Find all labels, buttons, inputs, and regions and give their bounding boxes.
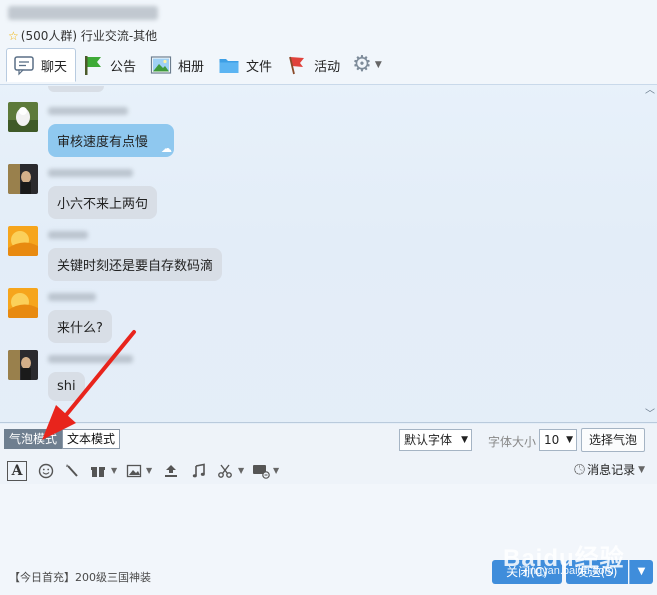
scroll-down-icon[interactable]: ﹀ — [645, 410, 655, 420]
font-select[interactable]: 默认字体 ▼ — [399, 429, 472, 451]
clock-icon: 🕓︎ — [574, 461, 586, 478]
message-text: 审核速度有点慢 — [57, 135, 149, 150]
group-info-text: (500人群) 行业交流-其他 — [20, 29, 158, 43]
tab-files-label: 文件 — [246, 59, 273, 75]
font-size-label: 字体大小 — [488, 435, 537, 449]
chat-header: ☆ (500人群) 行业交流-其他 聊天 公告 相册 文件 活动 ⚙ ▼ — [0, 0, 657, 85]
sender-name-blurred — [48, 352, 133, 363]
message-item: 来什么? — [8, 288, 628, 348]
scissors-icon[interactable] — [215, 461, 235, 481]
message-item: 关键时刻还是要自存数码滴 — [8, 226, 628, 286]
text-mode-button[interactable]: 文本模式 — [62, 429, 121, 449]
tab-announcement[interactable]: 公告 — [76, 49, 144, 81]
chat-bubble-icon — [13, 54, 35, 76]
cloud-decoration-icon: ☁ — [161, 142, 173, 155]
star-icon: ☆ — [8, 29, 19, 43]
image-icon[interactable] — [124, 461, 144, 481]
message-text: 来什么? — [57, 321, 103, 336]
tab-activity-label: 活动 — [314, 59, 341, 75]
divider — [0, 422, 657, 423]
tab-chat-label: 聊天 — [41, 59, 68, 75]
chevron-down-icon[interactable]: ▼ — [238, 466, 244, 475]
tab-activity[interactable]: 活动 — [280, 49, 348, 81]
message-text: 关键时刻还是要自存数码滴 — [57, 259, 214, 274]
tab-announcement-label: 公告 — [110, 59, 137, 75]
baidu-watermark-url: jingyan.baidu.com — [525, 565, 614, 577]
sender-name-blurred — [48, 166, 133, 177]
flag-icon — [82, 54, 104, 76]
message-history-button[interactable]: 🕓︎ 消息记录 ▼ — [574, 461, 645, 478]
settings-menu[interactable]: ⚙ ▼ — [352, 54, 382, 76]
avatar — [8, 164, 38, 194]
chevron-down-icon: ▼ — [638, 464, 646, 475]
chevron-down-icon: ▼ — [374, 60, 382, 70]
tab-album[interactable]: 相册 — [144, 49, 212, 81]
message-text: 小六不来上两句 — [57, 197, 149, 212]
group-info: ☆ (500人群) 行业交流-其他 — [8, 27, 157, 44]
message-bubble: 关键时刻还是要自存数码滴 — [48, 248, 223, 281]
music-icon[interactable] — [189, 461, 209, 481]
message-bubble: 来什么? — [48, 310, 112, 343]
group-name-blurred — [8, 6, 160, 24]
message-text: shi — [57, 379, 76, 394]
choose-bubble-button[interactable]: 选择气泡 — [581, 428, 645, 452]
chevron-down-icon: ▼ — [566, 435, 573, 445]
screen-share-icon[interactable] — [251, 461, 271, 481]
font-size-select[interactable]: 10 ▼ — [539, 429, 577, 451]
avatar — [8, 350, 38, 380]
message-history-label: 消息记录 — [587, 463, 636, 477]
sender-name-blurred — [48, 290, 96, 301]
message-item: 小六不来上两句 — [8, 164, 628, 224]
magic-wand-icon[interactable] — [62, 461, 82, 481]
avatar — [8, 288, 38, 318]
previous-bubble-fragment — [48, 86, 104, 92]
message-bubble: 小六不来上两句 — [48, 186, 158, 219]
red-flag-icon — [286, 54, 308, 76]
font-select-value: 默认字体 — [404, 433, 453, 447]
tab-files[interactable]: 文件 — [212, 49, 280, 81]
chevron-down-icon[interactable]: ▼ — [273, 466, 279, 475]
chat-scrollbar[interactable]: ︿ ﹀ — [643, 86, 657, 422]
sender-name-blurred — [48, 104, 128, 115]
message-item: 审核速度有点慢 ☁ — [8, 102, 628, 162]
message-list[interactable]: 审核速度有点慢 ☁ 小六不来上两句 关键时刻还是要自存数码滴 来什么? shi — [0, 86, 657, 422]
avatar — [8, 226, 38, 256]
message-bubble: shi — [48, 372, 85, 401]
input-toolbar: A ▼ ▼ ▼ ▼ 🕓︎ 消息记录 ▼ — [0, 458, 657, 484]
chevron-down-icon[interactable]: ▼ — [111, 466, 117, 475]
bubble-mode-button[interactable]: 气泡模式 — [4, 429, 63, 449]
photo-album-icon — [150, 54, 172, 76]
scroll-up-icon[interactable]: ︿ — [645, 86, 655, 96]
send-options-dropdown[interactable]: ▼ — [629, 560, 653, 584]
emoji-icon[interactable] — [36, 461, 56, 481]
chevron-down-icon: ▼ — [461, 435, 468, 445]
ad-link[interactable]: 【今日首充】200级三国神装 — [9, 569, 151, 585]
folder-icon — [218, 54, 240, 76]
message-item: shi — [8, 350, 628, 410]
tab-bar: 聊天 公告 相册 文件 活动 ⚙ ▼ — [6, 48, 382, 82]
upload-icon[interactable] — [161, 461, 181, 481]
tab-chat[interactable]: 聊天 — [6, 48, 77, 82]
gift-icon[interactable] — [88, 461, 108, 481]
avatar — [8, 102, 38, 132]
font-size-value: 10 — [544, 433, 560, 447]
sender-name-blurred — [48, 228, 88, 239]
message-bubble: 审核速度有点慢 ☁ — [48, 124, 175, 157]
gear-icon: ⚙ — [352, 52, 372, 77]
font-format-icon[interactable]: A — [7, 461, 27, 481]
mode-bar: 气泡模式 文本模式 默认字体 ▼ 字体大小 10 ▼ 选择气泡 — [0, 424, 657, 458]
tab-album-label: 相册 — [178, 59, 205, 75]
chevron-down-icon[interactable]: ▼ — [146, 466, 152, 475]
